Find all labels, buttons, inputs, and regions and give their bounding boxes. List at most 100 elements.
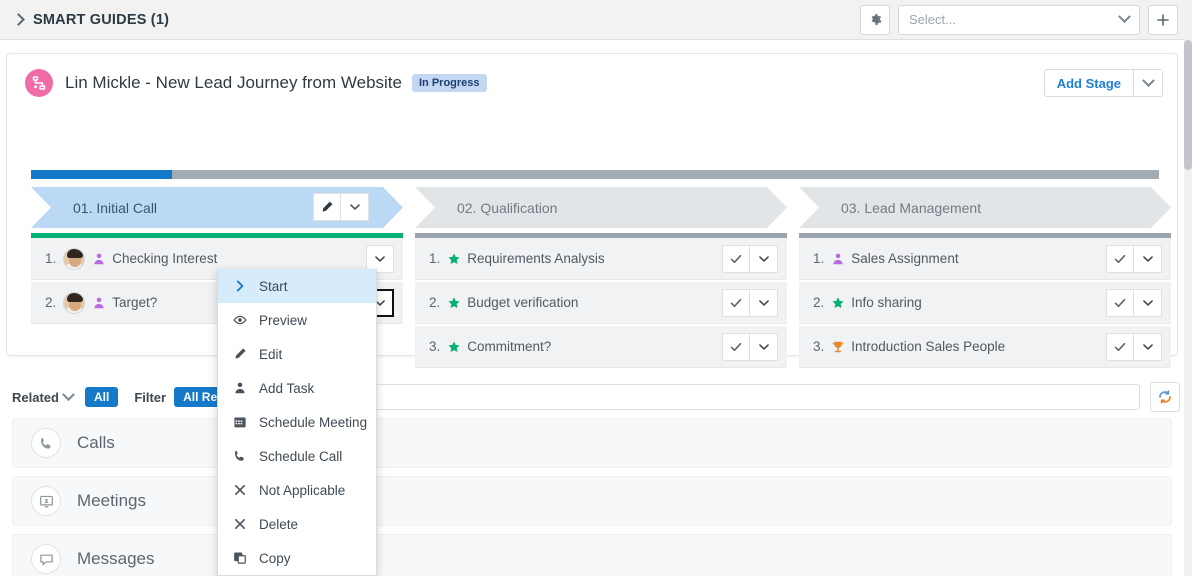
task-actions xyxy=(722,333,778,361)
person-icon xyxy=(92,252,106,266)
gear-icon xyxy=(868,12,883,27)
page-scrollbar-thumb[interactable] xyxy=(1184,40,1192,170)
menu-item-schedule-call[interactable]: Schedule Call xyxy=(218,439,376,473)
add-stage-button[interactable]: Add Stage xyxy=(1044,69,1133,97)
task-number: 1. xyxy=(813,251,824,266)
task-actions xyxy=(722,245,778,273)
journey-flow-icon xyxy=(25,69,53,97)
related-row[interactable]: Messages xyxy=(12,534,1172,576)
menu-item-label: Preview xyxy=(259,313,307,328)
phone-icon xyxy=(31,428,61,458)
smart-guides-header[interactable]: SMART GUIDES (1) xyxy=(0,12,169,28)
journey-progress-track xyxy=(31,170,1159,179)
chevron-down-icon xyxy=(1118,10,1131,23)
star-icon xyxy=(447,252,461,266)
chevron-down-icon xyxy=(1142,74,1155,87)
related-row-label: Meetings xyxy=(77,491,146,511)
task-complete-button[interactable] xyxy=(722,245,750,273)
stage-caret-button[interactable] xyxy=(341,193,369,221)
person-icon xyxy=(92,296,106,310)
task-label: Info sharing xyxy=(851,295,922,310)
chevron-right-icon[interactable] xyxy=(12,13,25,26)
task-label: Commitment? xyxy=(467,339,551,354)
menu-item-label: Copy xyxy=(259,551,291,566)
avatar xyxy=(63,248,85,270)
task-row[interactable]: 3.Introduction Sales People xyxy=(799,326,1171,368)
menu-item-label: Schedule Call xyxy=(259,449,342,464)
task-context-menu[interactable]: Start Preview Edit Add TaskSchedule Meeting… xyxy=(217,269,377,576)
task-actions xyxy=(1106,289,1162,317)
menu-item-label: Edit xyxy=(259,347,282,362)
filter-all-pill[interactable]: All xyxy=(85,387,118,407)
monitor-icon xyxy=(31,486,61,516)
task-row[interactable]: 2.Info sharing xyxy=(799,282,1171,324)
task-row[interactable]: 1.Requirements Analysis xyxy=(415,238,787,280)
avatar xyxy=(63,292,85,314)
task-actions xyxy=(1106,333,1162,361)
task-caret-button[interactable] xyxy=(1134,333,1162,361)
task-number: 1. xyxy=(429,251,440,266)
stage-header[interactable]: 03. Lead Management xyxy=(799,187,1171,228)
eye-icon xyxy=(232,313,247,327)
menu-item-not-applicable[interactable]: Not Applicable xyxy=(218,473,376,507)
task-caret-button[interactable] xyxy=(1134,289,1162,317)
phone-icon xyxy=(232,449,247,463)
x-icon xyxy=(232,483,247,497)
person-icon xyxy=(232,381,247,395)
task-complete-button[interactable] xyxy=(1106,245,1134,273)
filter-label: Filter xyxy=(134,390,166,405)
pencil-icon xyxy=(232,347,247,361)
stage-header[interactable]: 01. Initial Call xyxy=(31,187,403,228)
stage-column-2: 02. Qualification 1.Requirements Analysis… xyxy=(415,187,787,368)
stage-task-list: 1.Requirements Analysis2.Budget verifica… xyxy=(415,238,787,368)
add-stage-caret-button[interactable] xyxy=(1133,69,1163,97)
star-icon xyxy=(447,296,461,310)
task-number: 2. xyxy=(45,295,56,310)
task-row[interactable]: 3.Commitment? xyxy=(415,326,787,368)
task-caret-button[interactable] xyxy=(750,333,778,361)
task-complete-button[interactable] xyxy=(1106,289,1134,317)
menu-item-label: Delete xyxy=(259,517,298,532)
stage-header[interactable]: 02. Qualification xyxy=(415,187,787,228)
task-complete-button[interactable] xyxy=(722,333,750,361)
page-scrollbar[interactable] xyxy=(1184,0,1192,576)
stage-actions xyxy=(313,193,369,221)
task-complete-button[interactable] xyxy=(722,289,750,317)
menu-item-schedule-meeting[interactable]: Schedule Meeting xyxy=(218,405,376,439)
menu-item-add-task[interactable]: Add Task xyxy=(218,371,376,405)
menu-item-delete[interactable]: Delete xyxy=(218,507,376,541)
copy-icon xyxy=(232,551,247,565)
task-number: 2. xyxy=(429,295,440,310)
menu-item-edit[interactable]: Edit xyxy=(218,337,376,371)
stage-column-3: 03. Lead Management 1. Sales Assignment 2.I… xyxy=(799,187,1171,368)
task-number: 1. xyxy=(45,251,56,266)
menu-item-label: Start xyxy=(259,279,288,294)
calendar-icon xyxy=(232,415,247,429)
task-label: Introduction Sales People xyxy=(851,339,1005,354)
filter-search-input[interactable] xyxy=(267,384,1140,410)
task-row[interactable]: 1. Sales Assignment xyxy=(799,238,1171,280)
menu-item-preview[interactable]: Preview xyxy=(218,303,376,337)
gear-button[interactable] xyxy=(860,5,890,35)
add-guide-button[interactable] xyxy=(1148,5,1178,35)
journey-title: Lin Mickle - New Lead Journey from Websi… xyxy=(65,73,402,93)
chevron-right-icon xyxy=(232,279,247,293)
task-caret-button[interactable] xyxy=(750,245,778,273)
guide-select-placeholder: Select... xyxy=(909,12,956,27)
task-row[interactable]: 2.Budget verification xyxy=(415,282,787,324)
task-caret-button[interactable] xyxy=(1134,245,1162,273)
task-caret-button[interactable] xyxy=(750,289,778,317)
stage-edit-button[interactable] xyxy=(313,193,341,221)
task-label: Target? xyxy=(112,295,157,310)
related-label: Related xyxy=(12,390,59,405)
menu-item-start[interactable]: Start xyxy=(218,269,376,303)
related-dropdown[interactable]: Related xyxy=(12,390,73,405)
related-row[interactable]: Meetings xyxy=(12,476,1172,526)
related-row[interactable]: Calls xyxy=(12,418,1172,468)
guide-select[interactable]: Select... xyxy=(898,5,1140,35)
task-label: Sales Assignment xyxy=(851,251,958,266)
task-complete-button[interactable] xyxy=(1106,333,1134,361)
stage-name: 03. Lead Management xyxy=(841,200,981,216)
refresh-button[interactable] xyxy=(1150,382,1180,412)
menu-item-copy[interactable]: Copy xyxy=(218,541,376,575)
